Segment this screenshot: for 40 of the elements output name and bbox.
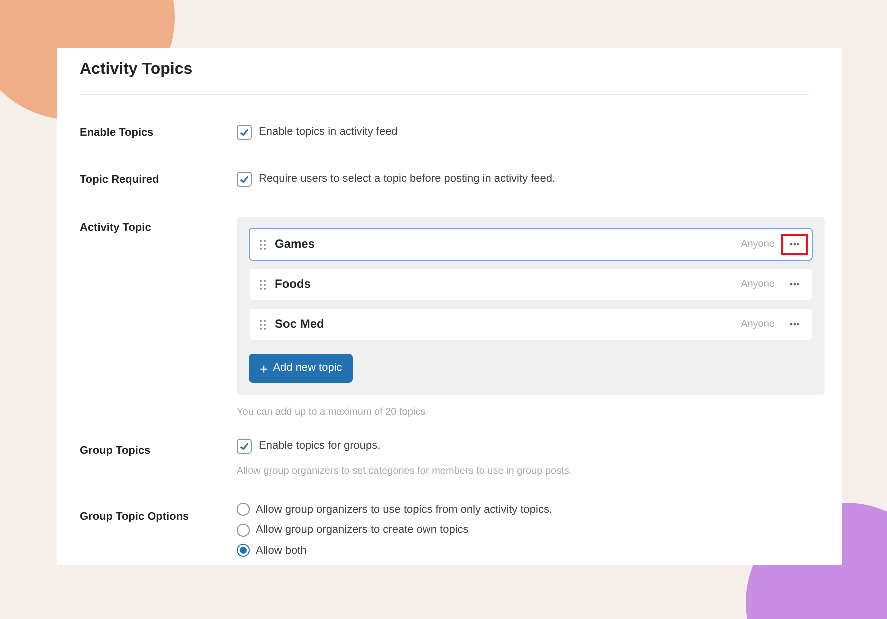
topic-row[interactable]: Foods Anyone (249, 268, 813, 301)
more-icon (790, 283, 800, 286)
checkbox-label: Enable topics in activity feed (259, 124, 398, 140)
topic-name: Soc Med (275, 317, 324, 332)
checkbox[interactable] (237, 438, 252, 454)
radio-label: Allow both (256, 544, 307, 559)
radio-label: Allow group organizers to use topics from only activity topics. (256, 502, 553, 518)
page-title: Activity Topics (80, 61, 193, 78)
drag-handle-icon[interactable] (260, 240, 266, 250)
topic-audience: Anyone (741, 278, 775, 290)
setting-label: Enable Topics (80, 127, 154, 139)
radio-button[interactable] (237, 503, 250, 516)
more-icon (790, 323, 800, 326)
topic-audience: Anyone (741, 238, 775, 250)
topic-row[interactable]: Games Anyone (249, 228, 813, 261)
setting-label: Group Topics (80, 445, 151, 458)
topic-row[interactable]: Soc Med Anyone (249, 308, 813, 341)
topic-name: Foods (275, 277, 311, 292)
checkbox-label: Enable topics for groups. (259, 439, 381, 454)
setting-label: Group Topic Options (80, 510, 190, 523)
checkmark-icon (239, 126, 250, 138)
setting-label: Activity Topic (80, 222, 152, 234)
checkbox-label: Require users to select a topic before posting in activity feed. (259, 172, 556, 187)
drag-handle-icon[interactable] (260, 280, 266, 290)
checkmark-icon (239, 440, 250, 452)
topic-audience: Anyone (741, 318, 775, 330)
more-icon (790, 243, 800, 246)
more-options-button[interactable] (781, 234, 808, 255)
radio-label: Allow group organizers to create own topics (256, 523, 469, 538)
add-topic-button[interactable]: + Add new topic (249, 354, 354, 383)
group-topics-hint: Allow group organizers to set categories for members to use in group posts. (237, 466, 572, 477)
radio-button[interactable] (237, 524, 250, 537)
topic-name: Games (275, 237, 316, 252)
checkbox[interactable] (237, 124, 252, 140)
setting-label: Topic Required (80, 174, 160, 186)
radio-button[interactable] (237, 544, 250, 558)
drag-handle-icon[interactable] (260, 320, 266, 330)
checkmark-icon (239, 174, 250, 184)
topics-hint: You can add up to a maximum of 20 topics (237, 407, 426, 418)
checkbox[interactable] (237, 172, 252, 186)
